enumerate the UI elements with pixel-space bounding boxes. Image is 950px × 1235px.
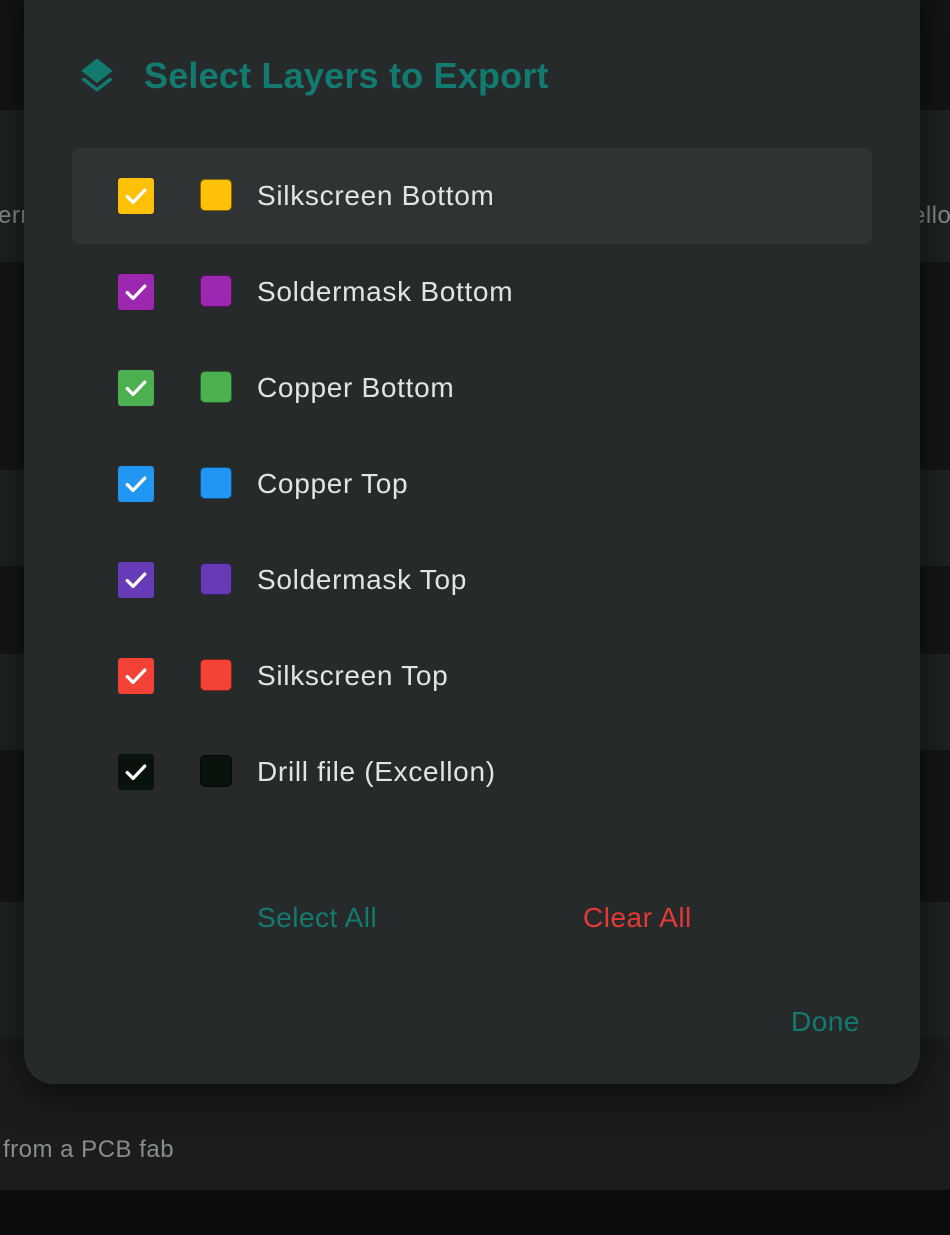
layer-label: Soldermask Top [257,564,468,595]
checkmark-icon [125,476,147,493]
layer-list[interactable]: Silkscreen Bottom Soldermask Bottom Copper… [72,148,872,854]
done-button[interactable]: Done [791,1006,860,1038]
layer-color-swatch [200,755,232,787]
layer-row[interactable]: Drill file (Excellon) [72,724,872,820]
layer-color-swatch [200,179,232,211]
background-bottom-bar [0,1190,950,1235]
layer-row[interactable]: Silkscreen Bottom [72,148,872,244]
layer-checkbox[interactable] [118,466,154,502]
layer-checkbox[interactable] [118,658,154,694]
dialog-header: Select Layers to Export [76,42,549,110]
layer-checkbox[interactable] [118,562,154,598]
layer-label: Copper Bottom [257,372,455,403]
layer-label: Soldermask Bottom [257,276,514,307]
layer-label: Silkscreen Bottom [257,180,495,211]
layer-row[interactable]: Soldermask Top [72,532,872,628]
checkmark-icon [125,188,147,205]
layer-color-swatch [200,371,232,403]
checkmark-icon [125,764,147,781]
checkmark-icon [125,668,147,685]
layer-row[interactable]: Copper Bottom [72,340,872,436]
layer-row[interactable]: Copper Top [72,436,872,532]
layer-label: Drill file (Excellon) [257,756,496,787]
layer-checkbox[interactable] [118,370,154,406]
checkmark-icon [125,380,147,397]
layer-color-swatch [200,563,232,595]
layer-color-swatch [200,275,232,307]
export-layers-dialog: Select Layers to Export Silkscreen Botto… [24,0,920,1084]
clear-all-button[interactable]: Clear All [583,902,692,934]
layer-color-swatch [200,467,232,499]
layer-row[interactable]: Soldermask Bottom [72,244,872,340]
layers-icon [81,58,113,92]
layer-checkbox[interactable] [118,754,154,790]
dialog-title: Select Layers to Export [144,55,549,96]
layer-row[interactable]: Silkscreen Top [72,628,872,724]
checkmark-icon [125,284,147,301]
layer-checkbox[interactable] [118,274,154,310]
layer-color-swatch [200,659,232,691]
layer-label: Copper Top [257,468,409,499]
checkmark-icon [125,572,147,589]
select-all-button[interactable]: Select All [257,902,377,934]
layer-checkbox[interactable] [118,178,154,214]
layer-label: Silkscreen Top [257,660,449,691]
background-footer-caption: from a PCB fab [3,1136,175,1163]
